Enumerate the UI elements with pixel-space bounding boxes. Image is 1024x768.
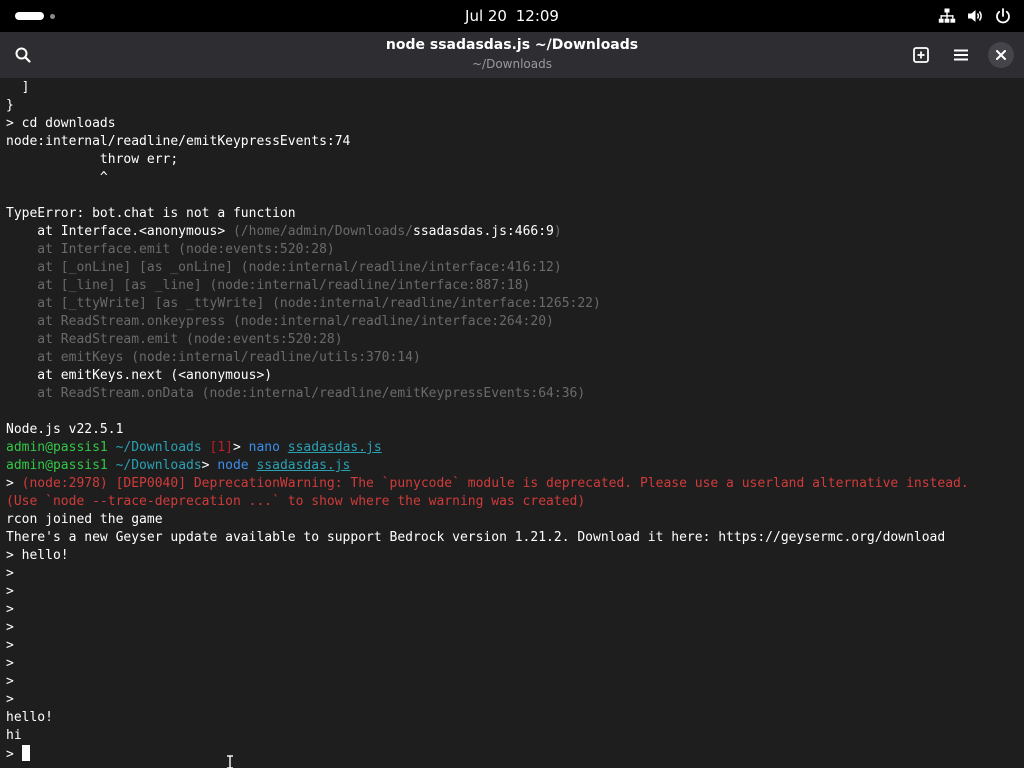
- terminal-line: >: [6, 584, 14, 599]
- terminal-output: ] } > cd downloads node:internal/readlin…: [6, 79, 1024, 763]
- stack-frame: at Interface.<anonymous>: [6, 224, 233, 239]
- terminal-line: >: [6, 656, 14, 671]
- terminal-line-error: TypeError: bot.chat is not a function: [6, 206, 296, 221]
- terminal-line: > cd downloads: [6, 116, 116, 131]
- prompt-path: ~/Downloads: [107, 440, 210, 455]
- terminal-line: Node.js v22.5.1: [6, 422, 124, 437]
- prompt-file-arg: ssadasdas.js: [287, 440, 382, 455]
- terminal-line-warning: (Use `node --trace-deprecation ...` to s…: [6, 494, 586, 509]
- terminal-line: >: [6, 602, 14, 617]
- prompt-path: ~/Downloads: [107, 458, 202, 473]
- clock-date: Jul 20: [465, 7, 507, 25]
- new-tab-button[interactable]: [904, 38, 938, 72]
- prompt-arrow: >: [201, 458, 218, 473]
- terminal-line: hi: [6, 728, 22, 743]
- terminal-line-warning: > (node:2978) [DEP0040] DeprecationWarni…: [6, 475, 1024, 493]
- prompt-user-host: admin@passis1: [6, 440, 108, 455]
- new-tab-icon: [913, 47, 929, 63]
- volume-icon: [968, 10, 982, 22]
- terminal-line-stack: at Interface.<anonymous> (/home/admin/Do…: [6, 223, 1024, 241]
- terminal-line: rcon joined the game: [6, 512, 163, 527]
- terminal-line: hello!: [6, 710, 53, 725]
- input-prompt: >: [6, 747, 22, 762]
- clock[interactable]: Jul 20 12:09: [0, 0, 1024, 32]
- close-window-button[interactable]: [988, 42, 1014, 68]
- stack-paren: ): [553, 224, 562, 239]
- shell-prompt-line: admin@passis1 ~/Downloads [1]> nano ssad…: [6, 439, 1024, 457]
- prompt-command: node: [217, 458, 249, 473]
- terminal-line: There's a new Geyser update available to…: [6, 530, 946, 545]
- text-cursor: [21, 745, 30, 761]
- terminal-line: >: [6, 566, 14, 581]
- prompt-user-host: admin@passis1: [6, 458, 108, 473]
- terminal-line: >: [6, 638, 14, 653]
- main-menu-button[interactable]: [944, 38, 978, 72]
- stack-file: ssadasdas.js:466:9: [413, 224, 554, 239]
- power-icon: [996, 8, 1010, 24]
- terminal-line-stack: at [_onLine] [as _onLine] (node:internal…: [6, 260, 562, 275]
- prompt-arrow: >: [232, 440, 249, 455]
- hamburger-menu-icon: [954, 49, 968, 61]
- terminal-line-stack: at ReadStream.onkeypress (node:internal/…: [6, 314, 554, 329]
- window-subtitle: ~/Downloads: [472, 57, 552, 71]
- prompt-command: nano: [248, 440, 280, 455]
- terminal-line: > hello!: [6, 548, 69, 563]
- terminal-line-stack: at [_line] [as _line] (node:internal/rea…: [6, 278, 531, 293]
- terminal-line: node:internal/readline/emitKeypressEvent…: [6, 134, 351, 149]
- terminal-line: }: [6, 98, 14, 113]
- ibeam-cursor-icon: [227, 755, 233, 768]
- terminal-line-stack: at ReadStream.onData (node:internal/read…: [6, 386, 586, 401]
- input-line[interactable]: >: [6, 745, 1024, 763]
- terminal-view[interactable]: ] } > cd downloads node:internal/readlin…: [0, 78, 1024, 768]
- window-title: node ssadasdas.js ~/Downloads: [385, 37, 639, 53]
- terminal-line-stack: at emitKeys (node:internal/readline/util…: [6, 350, 421, 365]
- top-bar: Jul 20 12:09: [0, 0, 1024, 32]
- terminal-header-bar: node ssadasdas.js ~/Downloads ~/Download…: [0, 32, 1024, 78]
- terminal-line-stack: at ReadStream.emit (node:events:520:28): [6, 332, 343, 347]
- terminal-line: >: [6, 674, 14, 689]
- terminal-line: >: [6, 620, 14, 635]
- terminal-line: ^: [6, 170, 108, 185]
- close-icon: [996, 50, 1006, 60]
- terminal-line: ]: [6, 80, 30, 95]
- terminal-line-stack: at emitKeys.next (<anonymous>): [6, 368, 273, 383]
- deprecation-warning: (node:2978) [DEP0040] DeprecationWarning…: [21, 476, 969, 491]
- terminal-line: >: [6, 692, 14, 707]
- stack-path: (/home/admin/Downloads/: [232, 224, 413, 239]
- terminal-line: throw err;: [6, 152, 179, 167]
- input-marker: >: [6, 476, 22, 491]
- shell-prompt-line: admin@passis1 ~/Downloads> node ssadasda…: [6, 457, 1024, 475]
- prompt-file-arg: ssadasdas.js: [256, 458, 351, 473]
- terminal-line-stack: at Interface.emit (node:events:520:28): [6, 242, 335, 257]
- terminal-line-stack: at [_ttyWrite] [as _ttyWrite] (node:inte…: [6, 296, 601, 311]
- clock-time: 12:09: [515, 7, 559, 25]
- prompt-exit-status: [1]: [209, 440, 233, 455]
- network-icon: [938, 8, 956, 23]
- system-tray[interactable]: [938, 7, 1012, 25]
